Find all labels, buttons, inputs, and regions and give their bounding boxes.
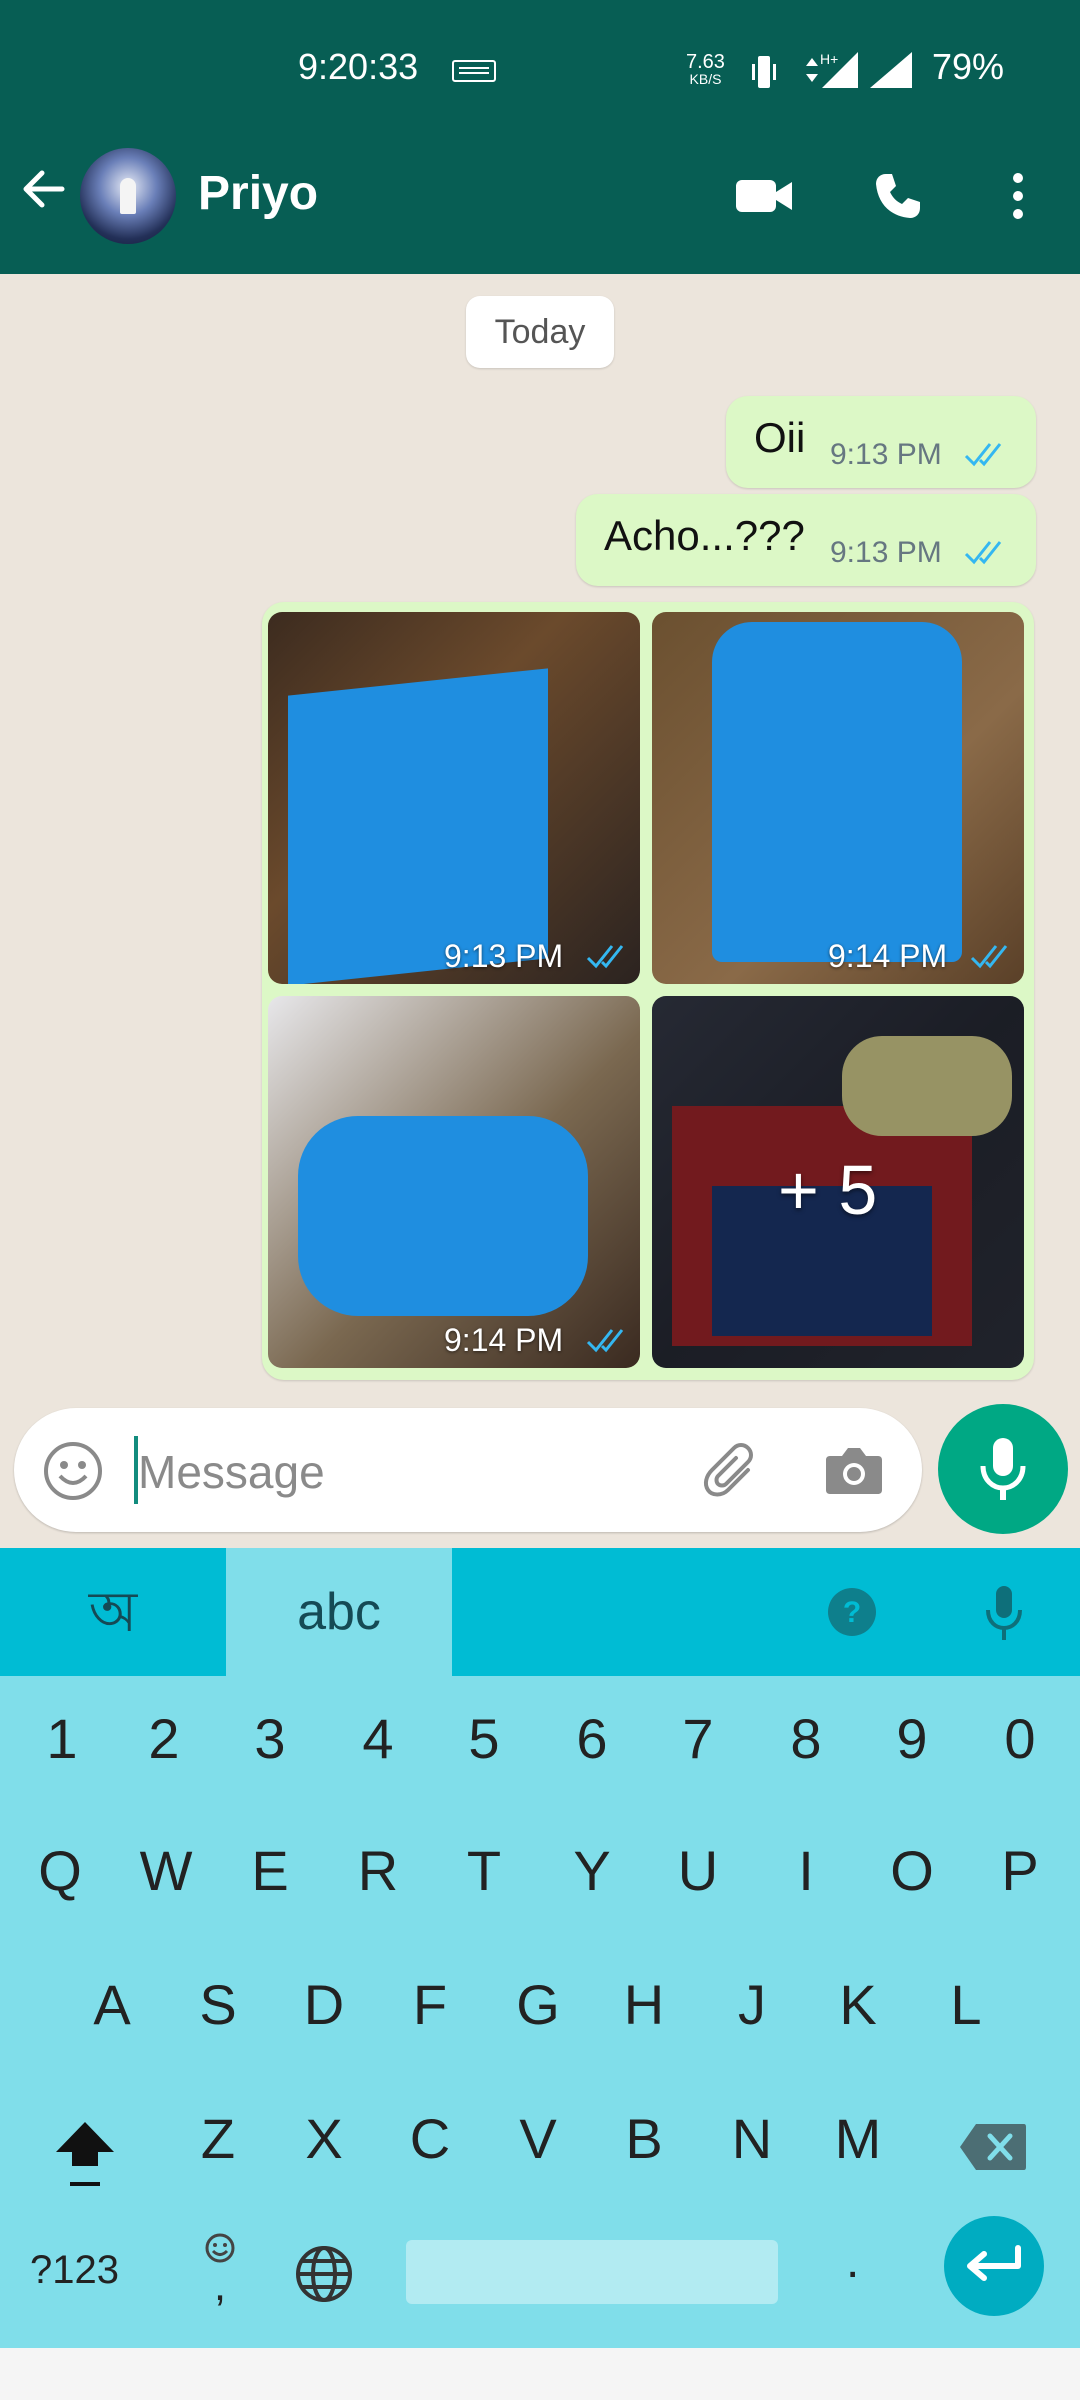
read-receipt-icon: [586, 1329, 624, 1353]
keyboard-icon: [452, 60, 496, 82]
photo-thumbnail[interactable]: [652, 612, 1024, 984]
shift-icon[interactable]: [52, 2118, 118, 2190]
voice-call-icon[interactable]: [872, 170, 924, 222]
key-d[interactable]: D: [270, 1972, 378, 2037]
message-input[interactable]: Message: [138, 1445, 325, 1499]
photo-time: 9:14 PM: [444, 1322, 564, 1358]
period-key[interactable]: .: [846, 2234, 859, 2289]
key-i[interactable]: I: [752, 1838, 860, 1903]
globe-icon[interactable]: [294, 2244, 354, 2304]
emoji-comma-key[interactable]: ,: [200, 2232, 240, 2310]
key-k[interactable]: K: [804, 1972, 912, 2037]
key-m[interactable]: M: [804, 2106, 912, 2171]
key-p[interactable]: P: [966, 1838, 1074, 1903]
contact-name[interactable]: Priyo: [198, 166, 318, 221]
backspace-icon[interactable]: [958, 2122, 1028, 2172]
key-8[interactable]: 8: [752, 1706, 860, 1771]
svg-text:?: ?: [843, 1596, 861, 1629]
camera-icon[interactable]: [824, 1442, 884, 1498]
key-q[interactable]: Q: [6, 1838, 114, 1903]
key-2[interactable]: 2: [110, 1706, 218, 1771]
read-receipt-icon: [964, 443, 1002, 467]
key-e[interactable]: E: [216, 1838, 324, 1903]
status-bar: [0, 0, 1080, 140]
keyboard-mic-icon[interactable]: [984, 1584, 1024, 1642]
key-y[interactable]: Y: [538, 1838, 646, 1903]
key-s[interactable]: S: [164, 1972, 272, 2037]
signal-h-plus-icon: H+: [806, 51, 858, 88]
message-time: 9:13 PM: [830, 438, 942, 471]
network-speed-unit: KB/S: [689, 71, 722, 87]
comma-label: ,: [213, 2261, 227, 2310]
photo-time: 9:14 PM: [828, 938, 948, 974]
vibrate-icon: [752, 56, 776, 88]
emoji-icon[interactable]: [42, 1440, 104, 1502]
svg-text:H+: H+: [820, 51, 838, 67]
key-a[interactable]: A: [58, 1972, 166, 2037]
key-0[interactable]: 0: [966, 1706, 1074, 1771]
space-bar[interactable]: [406, 2240, 778, 2304]
read-receipt-icon: [970, 945, 1008, 969]
key-w[interactable]: W: [112, 1838, 220, 1903]
network-speed-value: 7.63: [686, 51, 725, 73]
more-options-icon[interactable]: [1010, 170, 1026, 222]
key-t[interactable]: T: [430, 1838, 538, 1903]
key-1[interactable]: 1: [8, 1706, 116, 1771]
battery-percent: 79%: [932, 46, 1005, 87]
key-x[interactable]: X: [270, 2106, 378, 2171]
message-time: 9:13 PM: [830, 536, 942, 569]
key-4[interactable]: 4: [324, 1706, 432, 1771]
key-9[interactable]: 9: [858, 1706, 966, 1771]
keyboard-tab-abc[interactable]: abc: [226, 1548, 452, 1676]
key-g[interactable]: G: [484, 1972, 592, 2037]
symbols-key[interactable]: ?123: [30, 2248, 119, 2293]
key-6[interactable]: 6: [538, 1706, 646, 1771]
more-photos-count: + 5: [778, 1151, 878, 1229]
photo-thumbnail[interactable]: [268, 612, 640, 984]
date-chip: Today: [466, 296, 614, 368]
mic-icon: [980, 1438, 1026, 1500]
signal-icon: [870, 52, 912, 88]
photo-time: 9:13 PM: [444, 938, 564, 974]
status-time: 9:20:33: [298, 46, 419, 87]
attach-icon[interactable]: [700, 1440, 762, 1502]
system-navigation-bar: [0, 2348, 1080, 2400]
network-speed: 7.63 KB/S: [686, 52, 725, 86]
key-n[interactable]: N: [698, 2106, 806, 2171]
key-u[interactable]: U: [644, 1838, 752, 1903]
key-o[interactable]: O: [858, 1838, 966, 1903]
key-c[interactable]: C: [376, 2106, 484, 2171]
read-receipt-icon: [586, 945, 624, 969]
key-f[interactable]: F: [376, 1972, 484, 2037]
help-icon[interactable]: ?: [826, 1586, 878, 1638]
keyboard-tab-bengali[interactable]: অ: [0, 1548, 226, 1676]
key-5[interactable]: 5: [430, 1706, 538, 1771]
back-arrow-icon[interactable]: [18, 163, 70, 215]
key-z[interactable]: Z: [164, 2106, 272, 2171]
key-r[interactable]: R: [324, 1838, 432, 1903]
read-receipt-icon: [964, 541, 1002, 565]
key-j[interactable]: J: [698, 1972, 806, 2037]
key-3[interactable]: 3: [216, 1706, 324, 1771]
avatar[interactable]: [80, 148, 176, 244]
enter-icon: [967, 2245, 1021, 2281]
key-l[interactable]: L: [912, 1972, 1020, 2037]
key-h[interactable]: H: [590, 1972, 698, 2037]
message-text: Oii: [754, 414, 806, 461]
key-b[interactable]: B: [590, 2106, 698, 2171]
video-call-icon[interactable]: [734, 176, 794, 216]
message-text: Acho...???: [604, 512, 805, 559]
photo-thumbnail[interactable]: [268, 996, 640, 1368]
key-7[interactable]: 7: [644, 1706, 752, 1771]
key-v[interactable]: V: [484, 2106, 592, 2171]
